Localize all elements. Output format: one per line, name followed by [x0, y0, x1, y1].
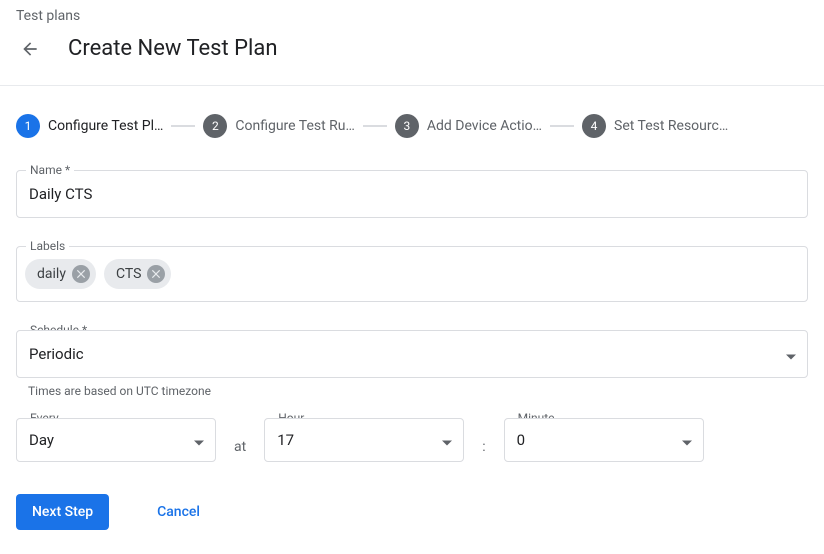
name-field-group: Name * — [16, 170, 808, 218]
step-4[interactable]: 4 Set Test Resourc… — [582, 114, 728, 138]
actions-row: Next Step Cancel — [16, 494, 808, 530]
hour-select[interactable] — [264, 418, 464, 462]
next-step-button[interactable]: Next Step — [16, 494, 109, 530]
step-4-label: Set Test Resourc… — [614, 118, 728, 134]
back-arrow-icon[interactable] — [18, 37, 42, 61]
name-label: Name * — [26, 163, 74, 177]
chip-cts: CTS — [104, 259, 171, 289]
every-select[interactable] — [16, 418, 216, 462]
step-2[interactable]: 2 Configure Test Ru… — [203, 114, 355, 138]
chip-label: CTS — [116, 266, 141, 282]
labels-field-group: Labels daily CTS — [16, 246, 808, 302]
schedule-select[interactable] — [16, 330, 808, 378]
breadcrumb: Test plans — [0, 0, 824, 32]
step-1-label: Configure Test Pl… — [48, 118, 163, 134]
minute-select[interactable] — [504, 418, 704, 462]
page-title: Create New Test Plan — [68, 36, 278, 61]
labels-label: Labels — [26, 239, 69, 253]
content-area: 1 Configure Test Pl… 2 Configure Test Ru… — [0, 86, 824, 546]
name-input[interactable] — [16, 170, 808, 218]
schedule-field-group: Schedule * — [16, 330, 808, 378]
colon-text: : — [482, 425, 485, 455]
step-line — [171, 125, 195, 127]
schedule-helper: Times are based on UTC timezone — [16, 384, 808, 398]
step-line — [363, 125, 387, 127]
hour-field: Hour — [264, 418, 464, 462]
step-3-label: Add Device Actio… — [427, 118, 542, 134]
chip-label: daily — [37, 266, 66, 282]
step-line — [550, 125, 574, 127]
at-text: at — [234, 425, 246, 455]
every-field: Every — [16, 418, 216, 462]
step-4-circle: 4 — [582, 114, 606, 138]
minute-field: Minute — [504, 418, 704, 462]
step-2-label: Configure Test Ru… — [235, 118, 355, 134]
chip-remove-icon[interactable] — [72, 265, 90, 283]
step-3[interactable]: 3 Add Device Actio… — [395, 114, 542, 138]
chip-remove-icon[interactable] — [147, 265, 165, 283]
stepper: 1 Configure Test Pl… 2 Configure Test Ru… — [16, 114, 808, 138]
chip-daily: daily — [25, 259, 96, 289]
step-3-circle: 3 — [395, 114, 419, 138]
step-2-circle: 2 — [203, 114, 227, 138]
step-1[interactable]: 1 Configure Test Pl… — [16, 114, 163, 138]
schedule-row: Every at Hour : Minute — [16, 418, 808, 462]
cancel-button[interactable]: Cancel — [149, 494, 208, 530]
header-row: Create New Test Plan — [0, 32, 824, 86]
labels-container[interactable]: daily CTS — [16, 246, 808, 302]
step-1-circle: 1 — [16, 114, 40, 138]
